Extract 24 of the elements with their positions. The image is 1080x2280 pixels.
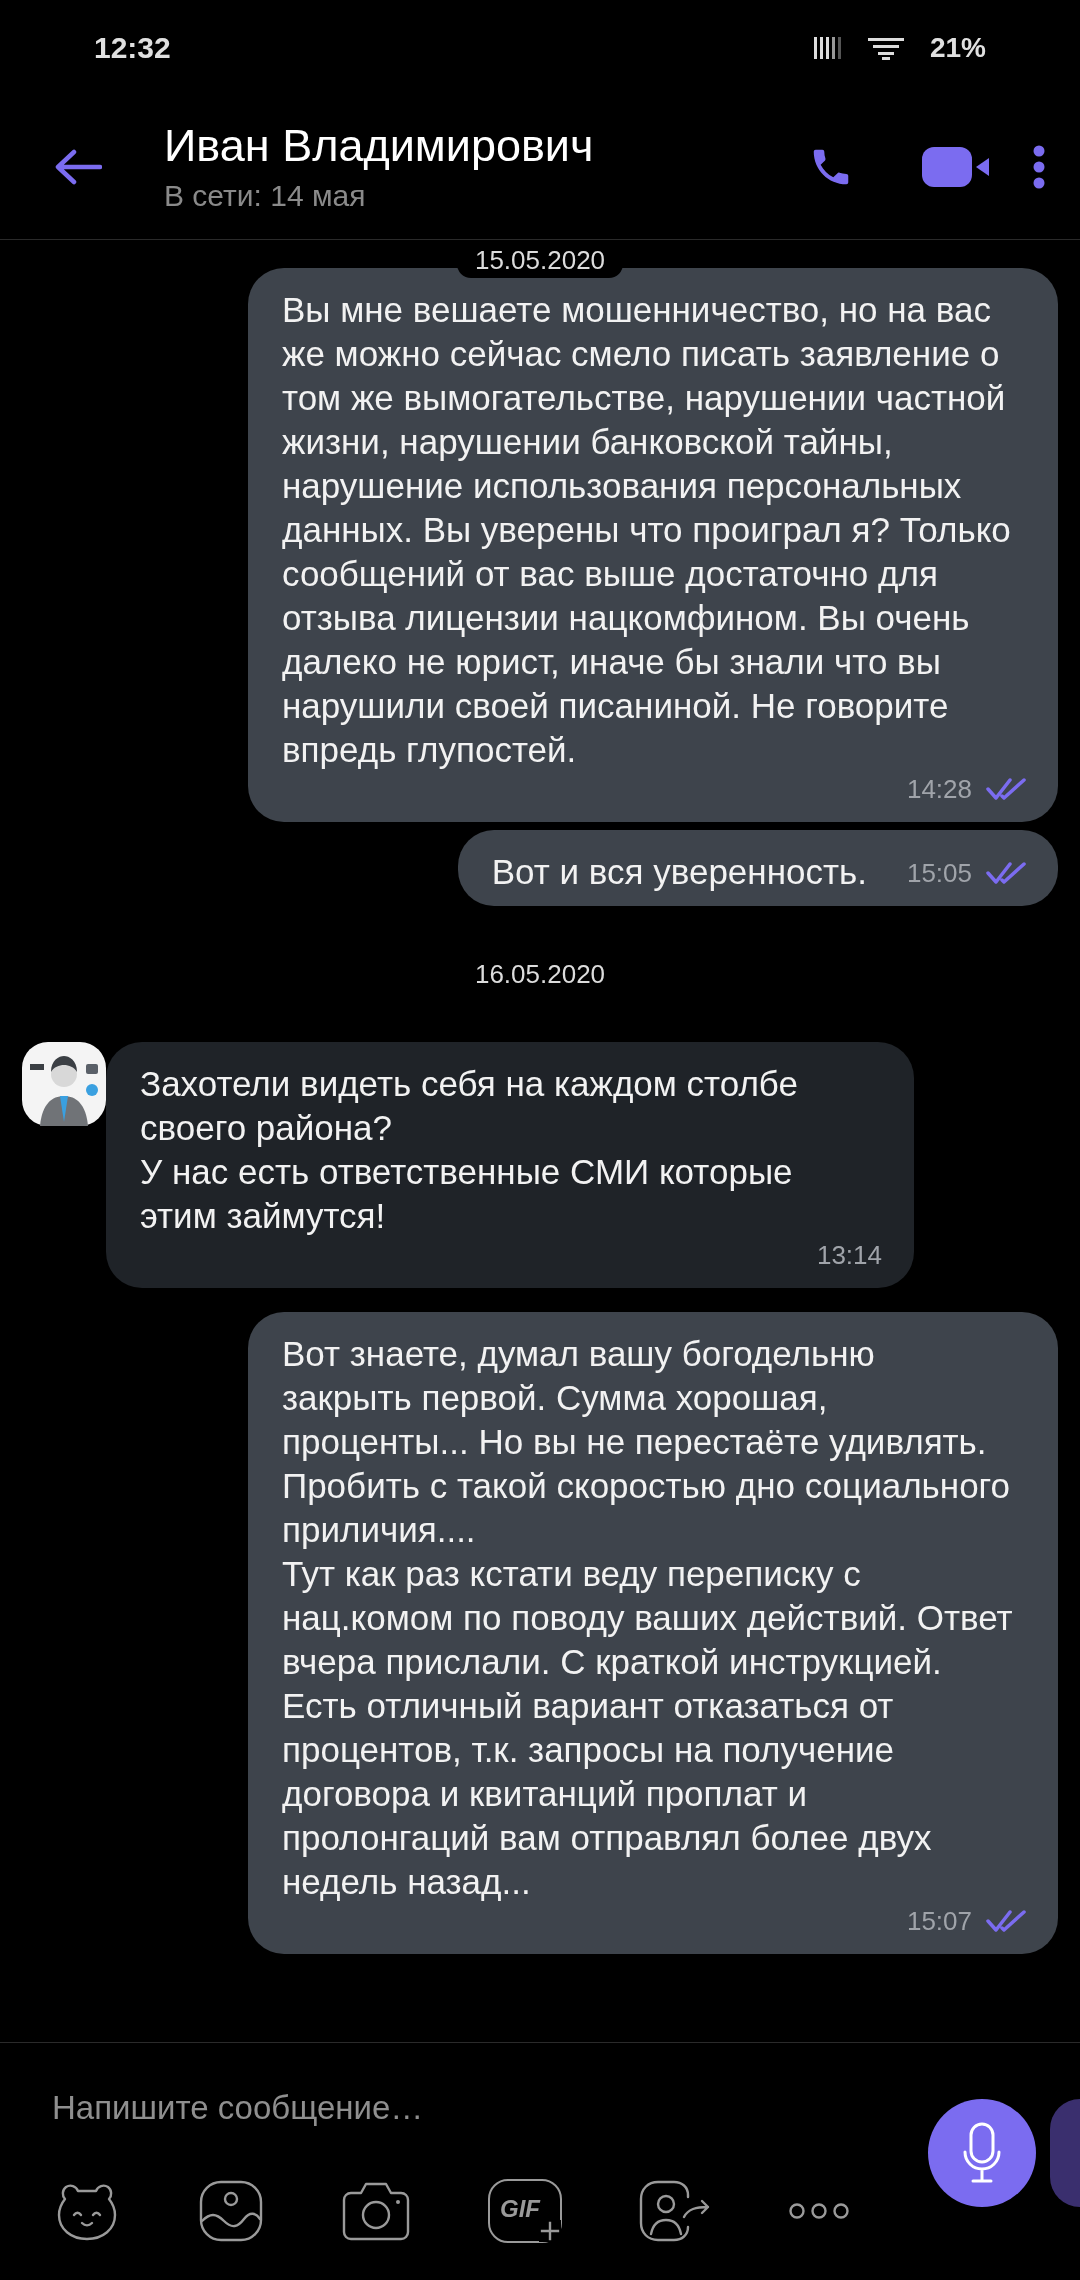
message-text: Вот знаете, думал вашу богодельню закрыть первой. Сумма хорошая, проценты... Но вы не перестаёте удивлять. Пробить с такой скоростью дно социального приличия.... Тут как раз кстати веду переписку с нац.комом по поводу ваших действий. Ответ вчера прислали. С краткой инструкцией. Есть отличный вариант отказаться от процентов, т.к. запросы на получение договора и квитанций проплат и пролонгаций вам отправлял более двух недель назад... (282, 1333, 1014, 1903)
battery-level: 21% (929, 30, 986, 65)
image-icon[interactable] (198, 2179, 264, 2243)
last-seen-status: В сети: 14 мая (164, 178, 367, 214)
message-time: 15:05 (906, 857, 972, 890)
gif-button[interactable]: GIF (488, 2179, 562, 2243)
microphone-icon (962, 2122, 1002, 2184)
message-text: Вы мне вешаете мошенничество, но на вас же можно сейчас смело писать заявление о том же вымогательстве, нарушении частной жизни, нарушении банковской тайны, нарушение использования персональных данных. Вы уверены что проиграл я? Только сообщений от вас выше достаточно для отзыва лицензии нацкомфином. Вы очень далеко не юрист, иначе бы знали что вы нарушили своей писаниной. Не говорите впредь глупостей. (282, 289, 1012, 771)
status-time: 12:32 (94, 30, 171, 66)
contact-name: Иван Владимирович (164, 119, 594, 173)
message-time: 14:28 (906, 773, 972, 806)
camera-icon[interactable] (340, 2180, 412, 2242)
message-time: 13:14 (816, 1239, 882, 1272)
more-icon[interactable] (788, 2201, 850, 2221)
message-text: Вот и вся уверенность. (491, 851, 868, 893)
message-text: Захотели видеть себя на каждом столбе своего района? У нас есть ответственные СМИ которые этим займутся! (140, 1063, 799, 1237)
more-options-icon[interactable] (1032, 144, 1046, 190)
back-arrow-icon[interactable] (54, 149, 102, 185)
wifi-icon (867, 35, 904, 60)
signal-icon (813, 34, 844, 61)
message-time: 15:07 (906, 1905, 972, 1938)
video-camera-icon[interactable] (922, 144, 992, 190)
message-input[interactable]: Напишите сообщение… (52, 2083, 872, 2133)
share-contact-icon[interactable] (638, 2179, 712, 2243)
